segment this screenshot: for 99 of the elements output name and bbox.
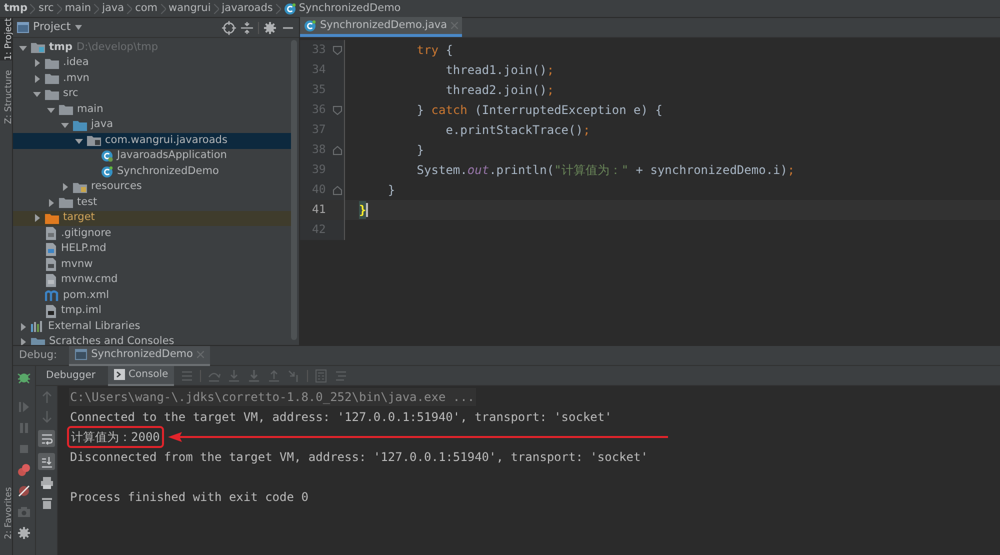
tree-item[interactable]: .mvn (13, 71, 291, 86)
panel-icon (17, 22, 29, 33)
tree-item[interactable]: mvnw (13, 257, 291, 272)
tree-item[interactable]: .idea (13, 56, 291, 71)
folder-icon (59, 104, 73, 116)
folder-icon (45, 58, 59, 69)
separator-icon (127, 4, 132, 14)
breadcrumb[interactable]: java (102, 0, 124, 16)
fold-icon[interactable] (333, 106, 342, 114)
code-line: e.printStackTrace(); (444, 122, 590, 139)
source-folder-icon (73, 120, 87, 131)
mute-breakpoints-icon[interactable] (17, 484, 31, 498)
folder-icon (45, 73, 59, 84)
fold-end-icon[interactable] (333, 186, 342, 194)
separator-icon (214, 4, 219, 14)
soft-wrap-button[interactable] (38, 430, 55, 447)
tree-item[interactable]: src (13, 86, 291, 102)
fold-end-icon[interactable] (333, 146, 342, 154)
console-line: Disconnected from the target VM, address: '127.0.0.1:51940', transport: 'socket' (69, 449, 649, 466)
dropdown-arrow-icon[interactable] (74, 25, 82, 30)
tree-item[interactable]: SynchronizedDemo (13, 164, 291, 180)
separator-icon (276, 4, 281, 14)
file-icon (45, 227, 57, 240)
text-cursor (366, 203, 368, 217)
tool-window-tab[interactable]: 2: Favorites (0, 486, 12, 539)
line-number: 41 (312, 201, 326, 218)
breadcrumb[interactable]: com (135, 0, 158, 16)
console-line: Connected to the target VM, address: '127.0.0.1:51940', transport: 'socket' (69, 409, 613, 426)
print-icon[interactable] (40, 476, 54, 490)
package-folder-icon (87, 135, 101, 146)
breadcrumb[interactable]: javaroads (222, 0, 273, 16)
terminal-icon (114, 369, 124, 380)
panel-tab[interactable]: Debugger (40, 366, 102, 386)
console-line: 计算值为：2000 (69, 428, 162, 446)
breadcrumb[interactable]: main (64, 0, 92, 16)
tree-item[interactable]: resources (13, 180, 291, 195)
panel-title[interactable]: Project (33, 19, 71, 36)
scroll-to-end-button[interactable] (38, 453, 55, 470)
fold-icon[interactable] (333, 46, 342, 54)
editor-tab[interactable]: SynchronizedDemo.java (300, 17, 462, 37)
excluded-folder-icon (45, 212, 59, 224)
breadcrumb[interactable]: src (38, 0, 54, 16)
maven-file-icon (45, 290, 59, 302)
tree-item[interactable]: com.wangrui.javaroads (13, 133, 291, 148)
code-line: } (416, 142, 424, 159)
tree-item[interactable]: java (13, 118, 291, 133)
code-line: thread1.join(); (444, 62, 554, 79)
trash-icon[interactable] (40, 496, 54, 510)
settings-icon[interactable] (17, 526, 31, 540)
module-folder-icon (31, 42, 45, 54)
folder-icon (59, 197, 73, 208)
separator-icon (30, 4, 36, 14)
panel-tab[interactable]: Console (108, 366, 174, 386)
separator-icon (94, 4, 100, 14)
file-icon (45, 274, 57, 287)
breakpoints-icon[interactable] (17, 463, 31, 477)
class-icon (304, 20, 316, 32)
tree-item[interactable]: JavaroadsApplication (13, 148, 291, 164)
tool-window-tab[interactable]: Z: Structure (0, 70, 12, 124)
crosshair-icon[interactable] (222, 20, 236, 34)
tree-item[interactable]: tmp.iml (13, 304, 291, 319)
code-line: try { (416, 42, 453, 59)
resources-folder-icon (73, 182, 87, 193)
collapse-all-icon[interactable] (240, 20, 254, 34)
class-icon (284, 2, 296, 14)
tree-item[interactable]: test (13, 195, 291, 210)
separator-icon (56, 4, 62, 14)
code-line: } catch (InterruptedException e) { (416, 102, 662, 119)
tree-item[interactable]: .gitignore (13, 226, 291, 242)
code-line: thread2.join(); (444, 82, 554, 99)
terminal-file-icon (45, 258, 57, 272)
tree-item[interactable]: pom.xml (13, 288, 291, 304)
expand-arrow-icon[interactable] (19, 44, 27, 52)
module-file-icon (45, 304, 57, 318)
code-line: System.out.println("计算值为：" + synchronizedDemo.i); (416, 162, 795, 179)
session-tab[interactable]: SynchronizedDemo (69, 346, 210, 366)
code-line: } (386, 182, 396, 199)
tree-item[interactable]: External Libraries (13, 319, 291, 334)
breadcrumb[interactable]: SynchronizedDemo (284, 0, 401, 16)
scrollbar[interactable] (291, 40, 297, 340)
folder-icon (45, 88, 59, 100)
breadcrumb[interactable]: tmp (4, 0, 28, 16)
console-line: Process finished with exit code 0 (69, 489, 310, 506)
scroll-to-end-icon (40, 456, 52, 468)
tree-item[interactable]: main (13, 102, 291, 118)
panel-label: Debug: (19, 348, 58, 363)
tree-item[interactable]: Scratches and Consoles (13, 334, 291, 345)
soft-wrap-icon (40, 432, 52, 444)
breadcrumb[interactable]: wangrui (168, 0, 211, 16)
libraries-icon (31, 321, 44, 332)
tree-item[interactable]: target (13, 210, 291, 226)
window-icon (75, 349, 88, 360)
tool-window-tab[interactable]: 1: Project (0, 18, 12, 60)
settings-icon[interactable] (263, 20, 277, 34)
class-icon (101, 166, 113, 178)
tree-item[interactable]: HELP.md (13, 242, 291, 257)
markdown-file-icon (45, 242, 57, 256)
tree-item[interactable]: mvnw.cmd (13, 272, 291, 288)
separator-icon (160, 4, 166, 14)
